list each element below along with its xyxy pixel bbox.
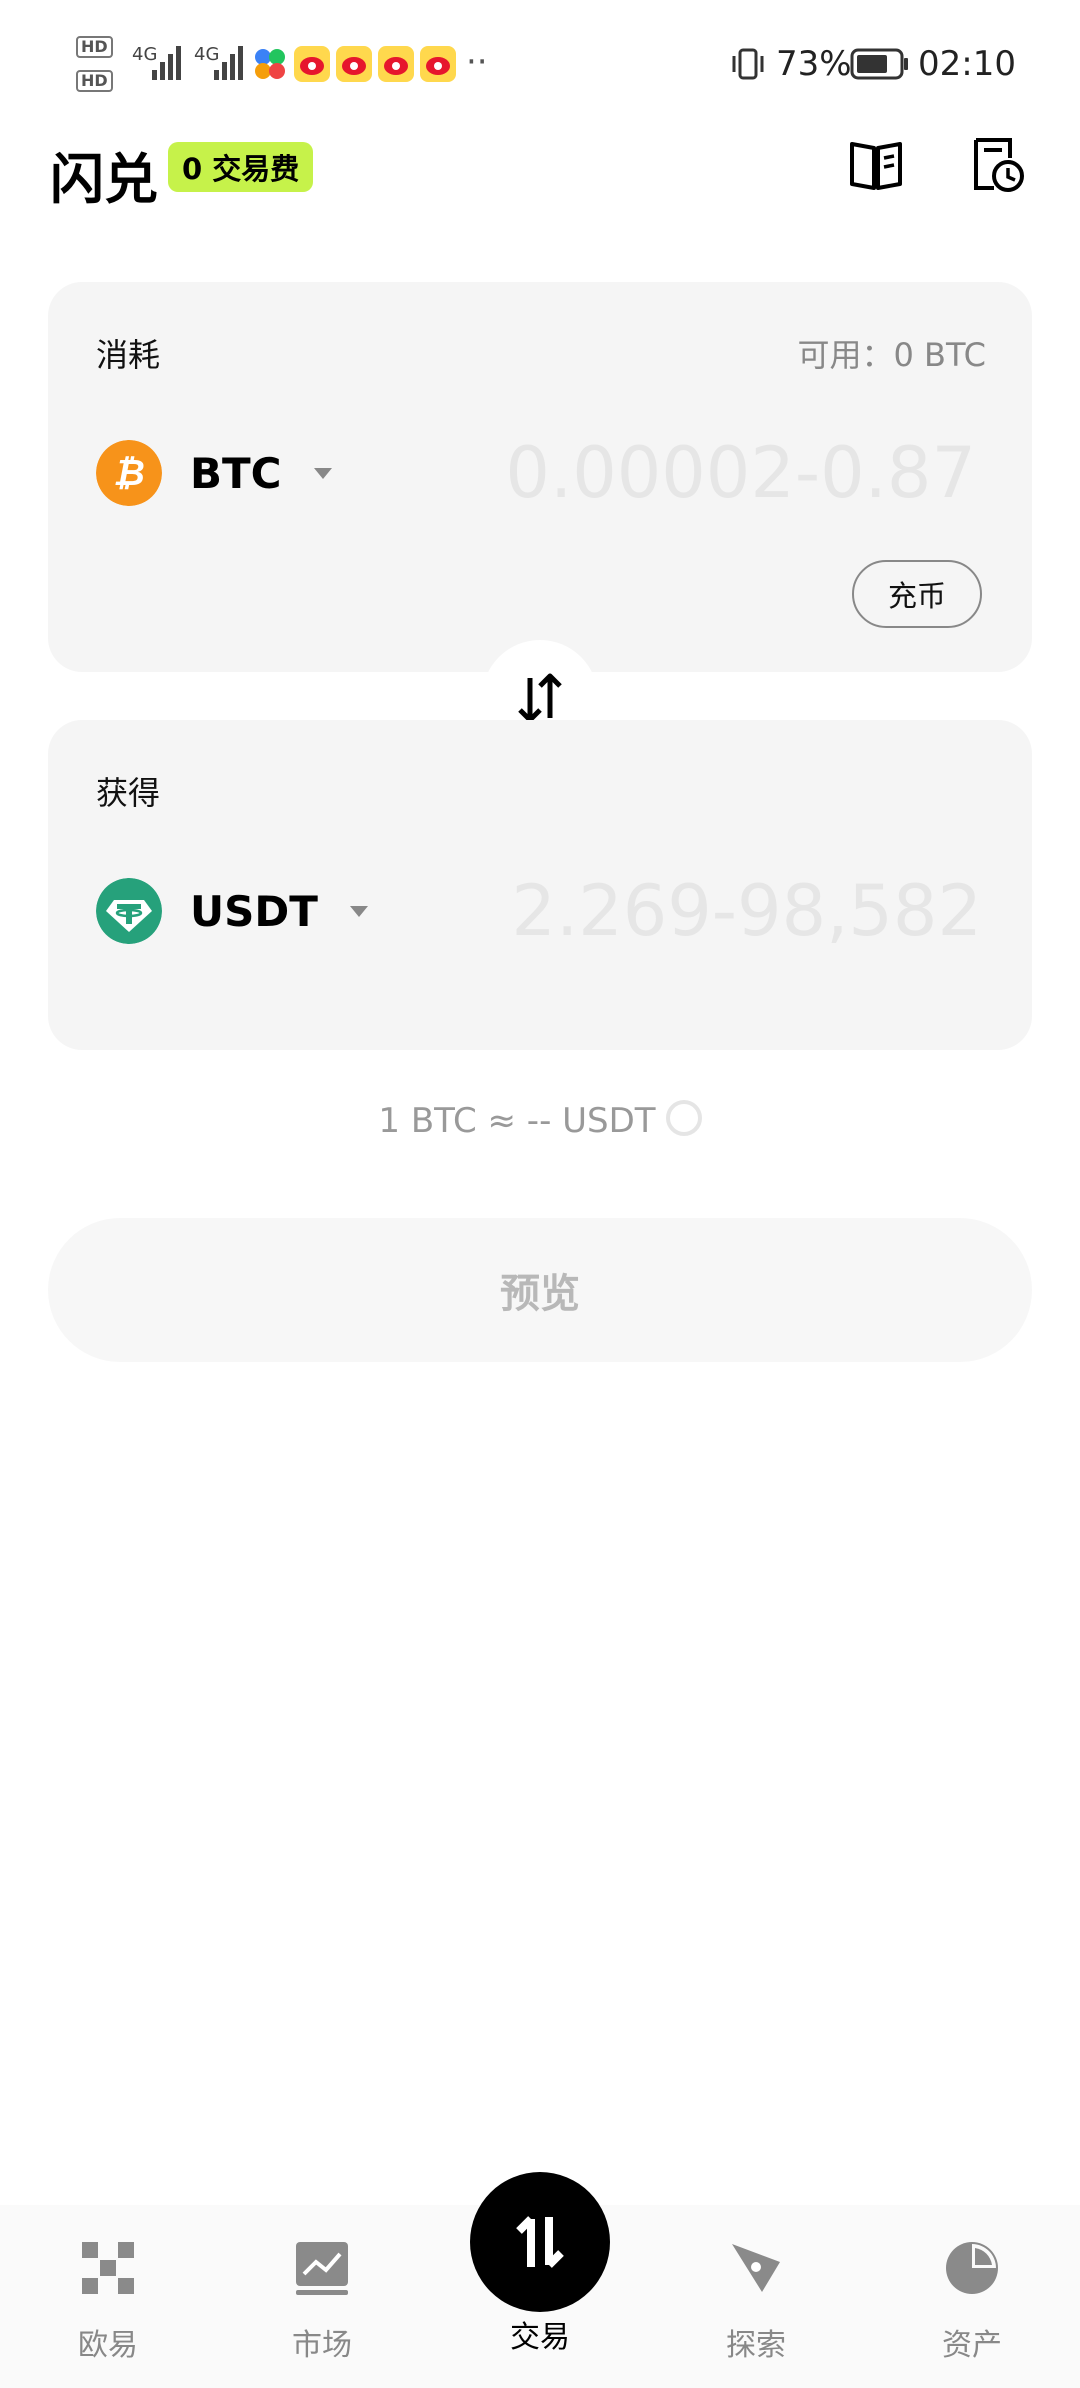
nav-label: 欧易: [78, 2328, 138, 2363]
trade-swap-icon: [516, 2216, 564, 2268]
battery-percent: 73%: [776, 44, 852, 84]
deposit-button[interactable]: 充币: [852, 560, 982, 628]
consume-coin-name: BTC: [190, 448, 282, 498]
btc-icon: ₿: [96, 440, 162, 506]
receive-coin-selector[interactable]: USDT: [96, 878, 368, 944]
exchange-rate-text: 1 BTC ≈ -- USDT: [378, 1101, 656, 1141]
weibo-icon: [420, 46, 456, 82]
okx-logo-icon: [82, 2242, 134, 2294]
battery-icon: [850, 48, 908, 80]
usdt-icon: [96, 878, 162, 944]
nav-item-okx[interactable]: 欧易: [48, 2240, 168, 2364]
signal-bars-icon: [214, 46, 243, 80]
nav-label: 资产: [942, 2328, 1002, 2363]
consume-label: 消耗: [96, 336, 161, 374]
svg-text:₿: ₿: [113, 453, 145, 494]
trade-fab-button[interactable]: [470, 2172, 610, 2312]
consume-amount-input[interactable]: 0.00002-0.87: [456, 432, 976, 514]
weibo-icon: [294, 46, 330, 82]
loading-spinner-icon: [665, 1100, 702, 1136]
market-chart-icon: [296, 2242, 348, 2295]
book-icon[interactable]: [846, 134, 906, 194]
chevron-down-icon: [349, 905, 368, 917]
nav-label: 探索: [726, 2328, 786, 2363]
compass-icon: [732, 2244, 780, 2292]
receive-amount-input[interactable]: 2.269-98,582: [462, 870, 982, 952]
app-notification-icon: [255, 49, 285, 79]
zero-fee-badge: 0 交易费: [168, 142, 314, 192]
hd2-indicator: HD: [76, 70, 113, 92]
page-title: 闪兑: [50, 148, 158, 211]
nav-item-market[interactable]: 市场: [262, 2240, 382, 2364]
receive-coin-name: USDT: [190, 886, 318, 936]
consume-coin-selector[interactable]: ₿ BTC: [96, 440, 332, 506]
available-balance: 可用：0 BTC: [797, 336, 986, 374]
hd1-indicator: HD: [76, 36, 113, 58]
status-bar: HD HD 4G 4G ·· 73% 02:10: [0, 0, 1080, 120]
nav-item-explore[interactable]: 探索: [696, 2240, 816, 2364]
preview-button[interactable]: 预览: [48, 1218, 1032, 1362]
signal-bars-icon: [152, 46, 181, 80]
more-notifications: ··: [466, 42, 488, 82]
exchange-rate-row: 1 BTC ≈ -- USDT: [0, 1100, 1080, 1141]
weibo-icon: [378, 46, 414, 82]
vibrate-icon: [732, 48, 764, 80]
chevron-down-icon: [313, 467, 332, 479]
nav-label: 市场: [292, 2328, 352, 2363]
history-icon[interactable]: [968, 134, 1028, 194]
clock: 02:10: [918, 44, 1016, 84]
nav-label-trade[interactable]: 交易: [480, 2312, 600, 2356]
nav-item-assets[interactable]: 资产: [912, 2240, 1032, 2364]
weibo-icon: [336, 46, 372, 82]
pie-chart-icon: [946, 2242, 998, 2294]
receive-label: 获得: [96, 774, 161, 812]
